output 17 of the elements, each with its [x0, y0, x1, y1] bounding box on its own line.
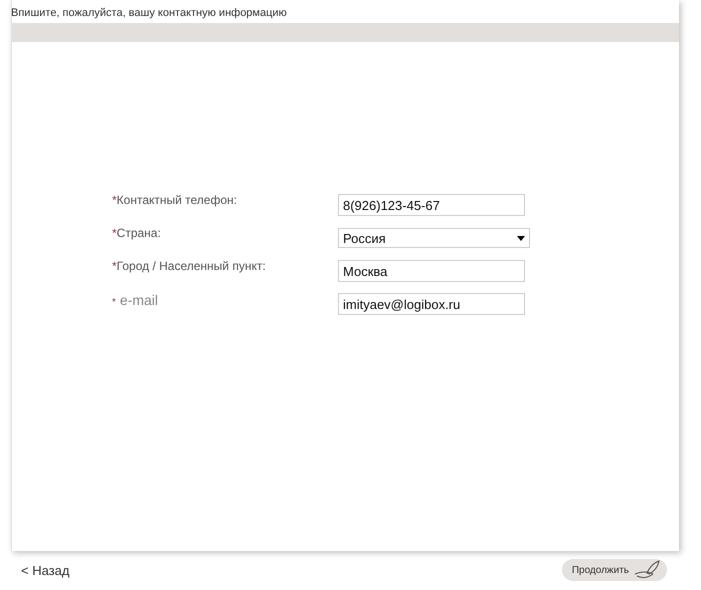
- input-field[interactable]: imityaev@logibox.ru: [338, 293, 525, 315]
- caret-icon: [517, 236, 525, 240]
- continue-button[interactable]: Продолжить: [562, 559, 667, 581]
- field-label: Страна:: [116, 226, 161, 240]
- required-mark: *: [112, 297, 116, 308]
- quill-icon: [633, 560, 661, 580]
- required-mark: *: [112, 259, 117, 273]
- field-label: Контактный телефон:: [116, 193, 237, 207]
- input-field[interactable]: Москва: [338, 260, 525, 282]
- country-dropdown[interactable]: Россия: [338, 228, 530, 248]
- required-mark: *: [112, 193, 117, 207]
- back-link[interactable]: < Назад: [21, 562, 70, 578]
- field-label: Город / Населенный пункт:: [116, 259, 266, 273]
- required-mark: *: [112, 226, 117, 240]
- page-title: Впишите, пожалуйста, вашу контактную информацию: [11, 6, 288, 21]
- field-label: e-mail: [120, 292, 158, 308]
- input-field[interactable]: 8(926)123-45-67: [338, 194, 525, 216]
